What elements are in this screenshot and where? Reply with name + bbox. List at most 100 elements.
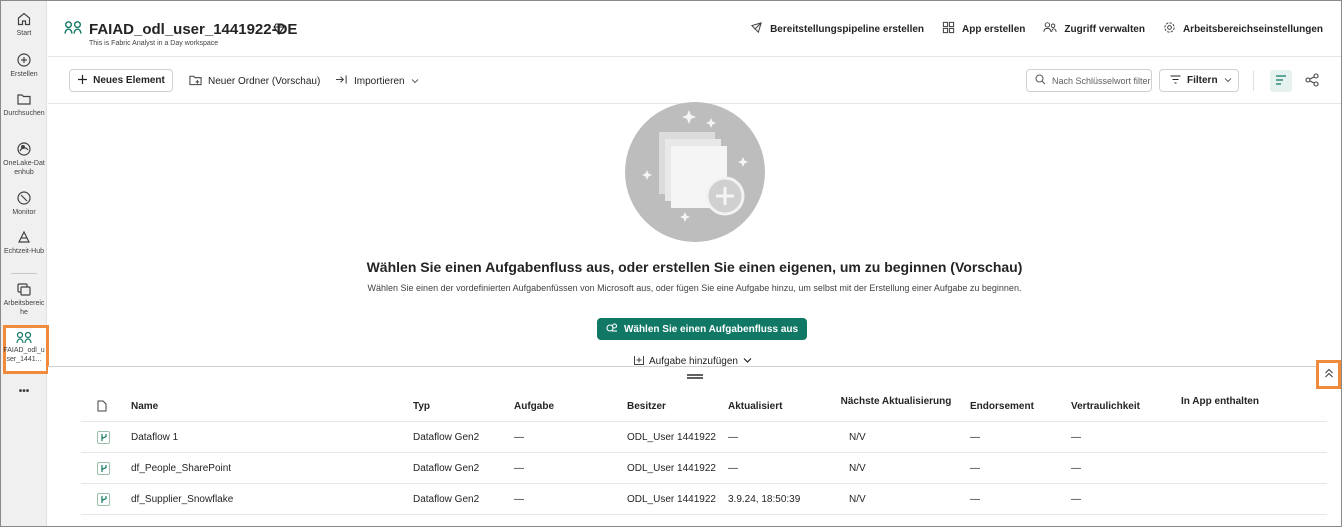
dataflow-icon (97, 462, 110, 475)
pane-splitter[interactable] (48, 366, 1341, 388)
table-header: Name Typ Aufgabe Besitzer Aktualisiert N… (81, 389, 1327, 422)
row-updated: — (728, 463, 738, 474)
row-next-refresh: N/V (849, 432, 866, 443)
rail-item-create[interactable]: Erstellen (1, 52, 47, 79)
rail-label: Durchsuchen (3, 110, 45, 117)
table-row[interactable]: Dataflow 1 Dataflow Gen2 — ODL_User 1441… (81, 422, 1327, 453)
premium-diamond-icon (273, 22, 285, 40)
select-taskflow-button[interactable]: Wählen Sie einen Aufgabenfluss aus (597, 318, 807, 340)
row-type: Dataflow Gen2 (413, 463, 480, 474)
row-sensitivity: — (1071, 463, 1081, 474)
workspace-settings-button[interactable]: Arbeitsbereichseinstellungen (1163, 21, 1323, 37)
people-icon (1043, 21, 1057, 37)
workspaces-icon (1, 281, 47, 297)
filter-button[interactable]: Filtern (1159, 69, 1239, 92)
search-placeholder: Nach Schlüsselwort filtern (1052, 75, 1152, 86)
column-header-owner[interactable]: Besitzer (627, 401, 666, 412)
rail-divider (11, 273, 37, 274)
rail-label: Erstellen (10, 71, 38, 78)
create-pipeline-label: Bereitstellungspipeline erstellen (770, 23, 925, 35)
onelake-icon (1, 141, 47, 157)
search-icon (1035, 74, 1046, 87)
toolbar-divider (1253, 71, 1254, 91)
new-folder-label: Neuer Ordner (Vorschau) (208, 76, 321, 87)
row-name[interactable]: df_People_SharePoint (131, 463, 231, 474)
new-folder-button[interactable]: Neuer Ordner (Vorschau) (189, 74, 320, 89)
column-header-updated[interactable]: Aktualisiert (728, 401, 782, 412)
collapse-pane-button[interactable] (1316, 360, 1341, 389)
manage-access-button[interactable]: Zugriff verwalten (1043, 21, 1145, 37)
items-table: Name Typ Aufgabe Besitzer Aktualisiert N… (81, 389, 1327, 515)
column-header-type[interactable]: Typ (413, 401, 430, 412)
rocket-icon (750, 21, 763, 37)
home-icon (1, 11, 47, 27)
workspace-icon (1, 331, 47, 345)
workspace-header: FAIAD_odl_user_1441922-DE This is Fabric… (48, 1, 1341, 57)
table-row[interactable]: df_Supplier_Snowflake Dataflow Gen2 — OD… (81, 484, 1327, 515)
row-task: — (514, 494, 524, 505)
plus-icon (77, 74, 88, 88)
taskflow-icon (606, 322, 618, 337)
splitter-grip-icon[interactable] (687, 374, 703, 379)
chevron-double-up-icon (1324, 366, 1334, 384)
rail-item-monitor[interactable]: Monitor (1, 190, 47, 217)
column-header-name[interactable]: Name (131, 401, 158, 412)
row-updated: — (728, 432, 738, 443)
column-header-next-refresh[interactable]: Nächste Aktualisierung (836, 395, 956, 408)
row-endorsement: — (970, 463, 980, 474)
folder-icon (1, 91, 47, 107)
rail-item-current-workspace[interactable]: FAIAD_odl_user_1441... (1, 331, 47, 364)
workspace-toolbar: Neues Element Neuer Ordner (Vorschau) Im… (48, 58, 1341, 104)
row-next-refresh: N/V (849, 463, 866, 474)
row-next-refresh: N/V (849, 494, 866, 505)
list-view-icon (1275, 72, 1287, 90)
list-view-button[interactable] (1270, 70, 1292, 92)
import-dropdown[interactable]: Importieren (335, 74, 419, 88)
new-item-label: Neues Element (93, 75, 165, 86)
row-owner: ODL_User 1441922 (627, 494, 716, 505)
rail-label: Monitor (12, 209, 36, 216)
rail-item-workspaces[interactable]: Arbeitsbereiche (1, 281, 47, 317)
new-folder-icon (189, 74, 202, 89)
column-header-sensitivity[interactable]: Vertraulichkeit (1071, 401, 1140, 412)
manage-access-label: Zugriff verwalten (1064, 23, 1145, 35)
row-name[interactable]: Dataflow 1 (131, 432, 178, 443)
create-app-button[interactable]: App erstellen (942, 21, 1025, 37)
dataflow-icon (97, 431, 110, 444)
rail-label: OneLake-Datenhub (3, 160, 45, 176)
page-subtitle: This is Fabric Analyst in a Day workspac… (89, 40, 219, 47)
row-task: — (514, 463, 524, 474)
header-actions: Bereitstellungspipeline erstellen App er… (750, 21, 1323, 37)
page-title: FAIAD_odl_user_1441922-DE (89, 21, 298, 38)
app-window: Start Erstellen Durchsuchen OneLake-Date… (0, 0, 1342, 527)
rail-item-start[interactable]: Start (1, 11, 47, 38)
row-sensitivity: — (1071, 494, 1081, 505)
row-task: — (514, 432, 524, 443)
filter-search-input[interactable]: Nach Schlüsselwort filtern (1026, 69, 1152, 92)
new-item-button[interactable]: Neues Element (69, 69, 173, 92)
lineage-view-button[interactable] (1305, 73, 1319, 92)
more-icon[interactable]: ••• (1, 386, 47, 397)
filter-label: Filtern (1187, 75, 1218, 86)
row-owner: ODL_User 1441922 (627, 463, 716, 474)
filter-icon (1170, 74, 1181, 87)
column-header-task[interactable]: Aufgabe (514, 401, 554, 412)
create-pipeline-button[interactable]: Bereitstellungspipeline erstellen (750, 21, 924, 37)
empty-state-title: Wählen Sie einen Aufgabenfluss aus, oder… (366, 259, 1023, 275)
table-row[interactable]: df_People_SharePoint Dataflow Gen2 — ODL… (81, 453, 1327, 484)
rail-item-onelake[interactable]: OneLake-Datenhub (1, 141, 47, 177)
row-type: Dataflow Gen2 (413, 494, 480, 505)
row-updated: 3.9.24, 18:50:39 (728, 494, 801, 505)
app-icon (942, 21, 955, 37)
empty-state-illustration (625, 102, 765, 242)
rail-label: Echtzeit-Hub (3, 248, 45, 255)
column-header-in-app[interactable]: In App enthalten (1181, 395, 1259, 408)
rail-item-realtime[interactable]: Echtzeit-Hub (1, 229, 47, 256)
rail-label: Arbeitsbereiche (3, 300, 45, 316)
chevron-down-icon (411, 76, 419, 87)
column-header-endorsement[interactable]: Endorsement (970, 401, 1034, 412)
rail-item-browse[interactable]: Durchsuchen (1, 91, 47, 118)
create-app-label: App erstellen (962, 23, 1026, 35)
row-name[interactable]: df_Supplier_Snowflake (131, 494, 233, 505)
row-owner: ODL_User 1441922 (627, 432, 716, 443)
